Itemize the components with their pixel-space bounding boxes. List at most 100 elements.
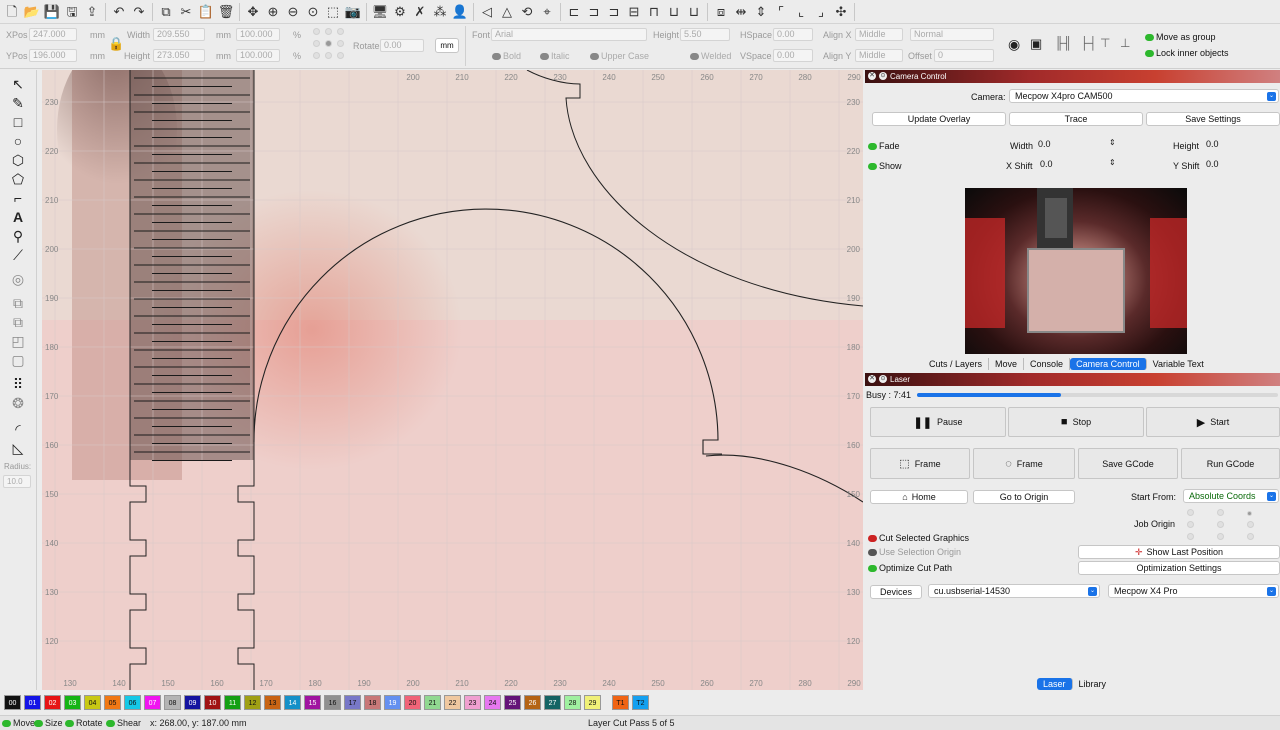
- show-toggle[interactable]: Show: [868, 161, 902, 171]
- x-shift-input[interactable]: 0.0: [1037, 159, 1107, 172]
- tab-move[interactable]: Move: [989, 358, 1025, 370]
- boolean-union-icon[interactable]: ⧉: [9, 294, 27, 312]
- group-icon[interactable]: ⁂: [430, 2, 450, 22]
- welded-toggle[interactable]: Welded: [690, 51, 731, 61]
- redo-icon[interactable]: ↷: [129, 2, 149, 22]
- layer-swatch-08[interactable]: 08: [164, 694, 181, 710]
- align-right-icon[interactable]: ⊐: [604, 2, 624, 22]
- tab-cuts-layers[interactable]: Cuts / Layers: [923, 358, 990, 370]
- home-button[interactable]: ⌂ Home: [870, 490, 968, 504]
- zoom-frame-icon[interactable]: ⬚: [323, 2, 343, 22]
- save-settings-button[interactable]: Save Settings: [1146, 112, 1280, 126]
- rotate-input[interactable]: 0.00: [380, 39, 424, 52]
- layer-swatch-02[interactable]: 02: [44, 694, 61, 710]
- move-rb-icon[interactable]: ⌟: [811, 2, 831, 22]
- layer-swatch-01[interactable]: 01: [24, 694, 41, 710]
- user-icon[interactable]: 👤: [450, 2, 470, 22]
- layer-swatch-24[interactable]: 24: [484, 694, 501, 710]
- close-laser-panel-icon[interactable]: ✕: [868, 375, 876, 383]
- camera-icon[interactable]: 📷: [343, 2, 363, 22]
- update-overlay-button[interactable]: Update Overlay: [872, 112, 1006, 126]
- camera-select[interactable]: Mecpow X4pro CAM500 ⌄: [1009, 89, 1279, 103]
- zoom-out-icon[interactable]: ⊖: [283, 2, 303, 22]
- layer-swatch-03[interactable]: 03: [64, 694, 81, 710]
- tab-console[interactable]: Console: [1024, 358, 1071, 370]
- video-camera-icon[interactable]: ▣: [1030, 36, 1042, 52]
- align-tool-4-icon[interactable]: ⊥: [1120, 36, 1130, 50]
- tab-variable-text[interactable]: Variable Text: [1147, 358, 1210, 370]
- layer-swatch-16[interactable]: 16: [324, 694, 341, 710]
- offset-input[interactable]: 0: [934, 49, 994, 62]
- tab-library[interactable]: Library: [1073, 678, 1113, 690]
- layer-swatch-26[interactable]: 26: [524, 694, 541, 710]
- layer-swatch-t2[interactable]: T2: [632, 694, 649, 710]
- text-height-input[interactable]: 5.50: [680, 28, 730, 41]
- text-tool-icon[interactable]: A: [9, 208, 27, 226]
- radius-input[interactable]: 10.0: [3, 475, 31, 488]
- upper-case-toggle[interactable]: Upper Case: [590, 51, 649, 61]
- distribute-v-icon[interactable]: ⇕: [751, 2, 771, 22]
- grid-array-icon[interactable]: ⠿: [9, 375, 27, 393]
- unit-toggle-button[interactable]: mm: [435, 38, 459, 53]
- xpos-input[interactable]: 247.000: [29, 28, 77, 41]
- trace-button[interactable]: Trace: [1009, 112, 1143, 126]
- vspace-input[interactable]: 0.00: [773, 49, 813, 62]
- design-canvas[interactable]: 200 210 220 230 240 250 260 270 280 290 130 140 150 1…: [42, 70, 863, 690]
- port-select[interactable]: cu.usbserial-14530 ⌄: [928, 584, 1100, 598]
- layer-swatch-23[interactable]: 23: [464, 694, 481, 710]
- layer-swatch-04[interactable]: 04: [84, 694, 101, 710]
- rectangle-tool-icon[interactable]: □: [9, 113, 27, 131]
- measure-tool-icon[interactable]: ⟋: [9, 246, 27, 264]
- use-selection-origin-toggle[interactable]: Use Selection Origin: [868, 547, 961, 557]
- bold-toggle[interactable]: Bold: [492, 51, 521, 61]
- text-mode-select[interactable]: Normal: [910, 28, 994, 41]
- anchor-grid[interactable]: [313, 28, 347, 64]
- overlay-height-input[interactable]: 0.0: [1203, 139, 1275, 152]
- save-gcode-button[interactable]: Save GCode: [1078, 448, 1178, 479]
- edit-nodes-icon[interactable]: ✎: [9, 94, 27, 112]
- align-bottom-icon[interactable]: ⊔: [684, 2, 704, 22]
- monitor-icon[interactable]: 🖥: [370, 2, 390, 22]
- run-gcode-button[interactable]: Run GCode: [1181, 448, 1280, 479]
- layer-swatch-17[interactable]: 17: [344, 694, 361, 710]
- lock-icon[interactable]: 🔒: [108, 36, 124, 52]
- align-tool-1-icon[interactable]: ╟╢: [1055, 36, 1072, 50]
- move-as-group-toggle[interactable]: Move as group: [1145, 32, 1216, 42]
- select-tool-icon[interactable]: ↖: [9, 75, 27, 93]
- layer-swatch-22[interactable]: 22: [444, 694, 461, 710]
- tools-icon[interactable]: ✗: [410, 2, 430, 22]
- float-panel-icon[interactable]: ⊙: [879, 72, 887, 80]
- rounded-corner-icon[interactable]: ◜: [9, 420, 27, 438]
- close-panel-icon[interactable]: ✕: [868, 72, 876, 80]
- layer-swatch-19[interactable]: 19: [384, 694, 401, 710]
- layer-swatch-14[interactable]: 14: [284, 694, 301, 710]
- lock-inner-objects-toggle[interactable]: Lock inner objects: [1145, 48, 1229, 58]
- frame-circle-button[interactable]: ◌ Frame: [973, 448, 1075, 479]
- layer-swatch-11[interactable]: 11: [224, 694, 241, 710]
- job-origin-grid[interactable]: [1187, 509, 1257, 541]
- height-input[interactable]: 273.050: [153, 49, 205, 62]
- layer-swatch-07[interactable]: 07: [144, 694, 161, 710]
- layer-swatch-20[interactable]: 20: [404, 694, 421, 710]
- layer-swatch-15[interactable]: 15: [304, 694, 321, 710]
- hspace-input[interactable]: 0.00: [773, 28, 813, 41]
- ellipse-tool-icon[interactable]: ○: [9, 132, 27, 150]
- mirror-v-icon[interactable]: △: [497, 2, 517, 22]
- line-tool-icon[interactable]: ⌐: [9, 189, 27, 207]
- align-tool-3-icon[interactable]: ⊤: [1100, 36, 1110, 50]
- tab-camera-control[interactable]: Camera Control: [1070, 358, 1147, 370]
- start-button[interactable]: ▶ Start: [1146, 407, 1280, 437]
- polygon-tool-icon[interactable]: ⬡: [9, 151, 27, 169]
- layer-swatch-06[interactable]: 06: [124, 694, 141, 710]
- align-left-icon[interactable]: ⊏: [564, 2, 584, 22]
- layer-swatch-18[interactable]: 18: [364, 694, 381, 710]
- status-size-toggle[interactable]: Size: [34, 716, 63, 730]
- weld-tool-icon[interactable]: ▢: [9, 351, 27, 369]
- cut-selected-toggle[interactable]: Cut Selected Graphics: [868, 533, 969, 543]
- layer-swatch-t1[interactable]: T1: [612, 694, 629, 710]
- pentagon-tool-icon[interactable]: ⬠: [9, 170, 27, 188]
- status-rotate-toggle[interactable]: Rotate: [65, 716, 103, 730]
- stop-button[interactable]: ■ Stop: [1008, 407, 1144, 437]
- fade-toggle[interactable]: Fade: [868, 141, 900, 151]
- rotate-icon[interactable]: ⟲: [517, 2, 537, 22]
